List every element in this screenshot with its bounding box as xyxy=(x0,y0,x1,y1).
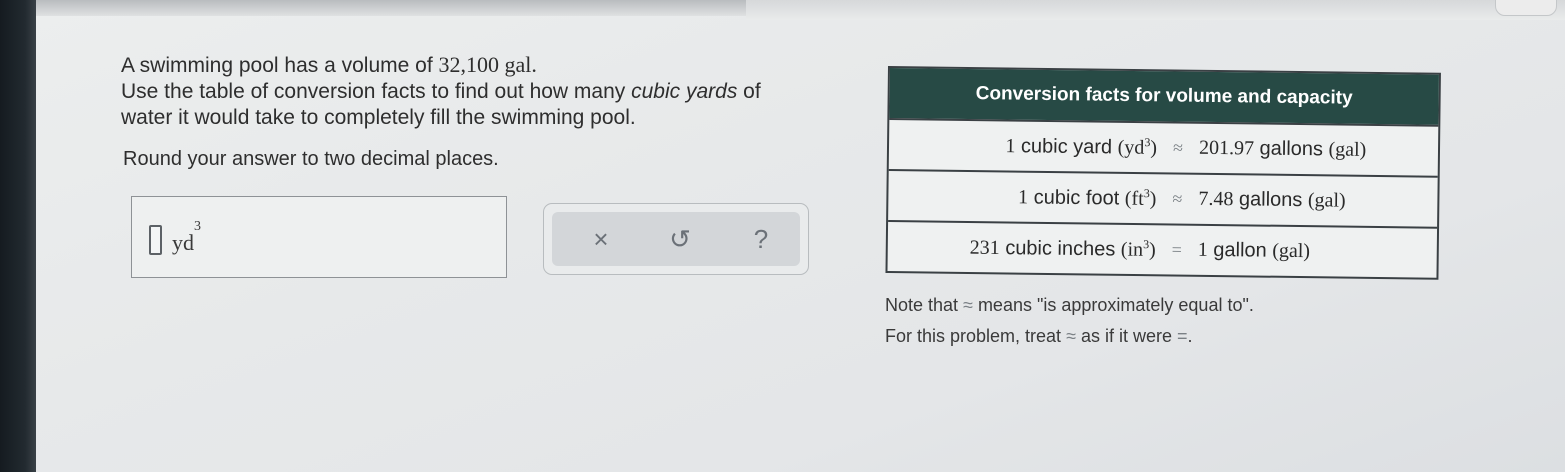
note-line-1: Note that ≈ means "is approximately equa… xyxy=(885,295,1254,315)
approx-symbol: ≈ xyxy=(1172,137,1184,158)
pool-volume: 32,100 xyxy=(438,52,499,77)
row-right: 1 gallon (gal) xyxy=(1197,238,1311,263)
approx-symbol: ≈ xyxy=(1172,188,1183,209)
undo-icon: ↺ xyxy=(669,223,691,254)
answer-unit: yd3 xyxy=(172,218,201,255)
answer-entry-slot[interactable] xyxy=(149,225,162,255)
close-icon: × xyxy=(593,223,609,254)
question-line-3: water it would take to completely fill t… xyxy=(121,106,636,129)
question-line-2: Use the table of conversion facts to fin… xyxy=(121,80,761,103)
top-bar-right xyxy=(746,0,1565,20)
note-line-2: For this problem, treat ≈ as if it were … xyxy=(885,326,1193,346)
answer-tools: × ↺ ? xyxy=(543,203,809,275)
corner-tab[interactable] xyxy=(1495,0,1557,16)
conversion-table: Conversion facts for volume and capacity… xyxy=(885,66,1441,280)
answer-input[interactable]: yd3 xyxy=(131,196,507,278)
table-row: 1 cubic foot (ft3) ≈ 7.48 gallons (gal) xyxy=(888,169,1438,227)
help-button[interactable]: ? xyxy=(746,224,776,254)
question-text: A swimming pool has a volume of 32,100 g… xyxy=(121,52,851,131)
clear-button[interactable]: × xyxy=(586,224,616,254)
row-left: 1 cubic foot (ft3) xyxy=(1017,186,1157,211)
table-row: 231 cubic inches (in3) = 1 gallon (gal) xyxy=(887,220,1438,278)
help-icon: ? xyxy=(753,223,769,254)
row-right: 7.48 gallons (gal) xyxy=(1198,187,1346,212)
table-title: Conversion facts for volume and capacity xyxy=(889,68,1439,125)
equals-symbol: = xyxy=(1171,239,1182,260)
note-text: Note that ≈ means "is approximately equa… xyxy=(885,290,1254,352)
top-bar xyxy=(36,0,746,16)
row-left: 231 cubic inches (in3) xyxy=(969,236,1156,262)
row-left: 1 cubic yard (yd3) xyxy=(1005,135,1158,160)
screen-bezel xyxy=(0,0,36,472)
undo-button[interactable]: ↺ xyxy=(665,224,695,254)
rounding-instruction: Round your answer to two decimal places. xyxy=(123,148,499,170)
question-line-1: A swimming pool has a volume of 32,100 g… xyxy=(121,52,537,77)
row-right: 201.97 gallons (gal) xyxy=(1198,136,1367,161)
table-row: 1 cubic yard (yd3) ≈ 201.97 gallons (gal… xyxy=(888,118,1439,176)
tools-panel: × ↺ ? xyxy=(552,212,800,266)
